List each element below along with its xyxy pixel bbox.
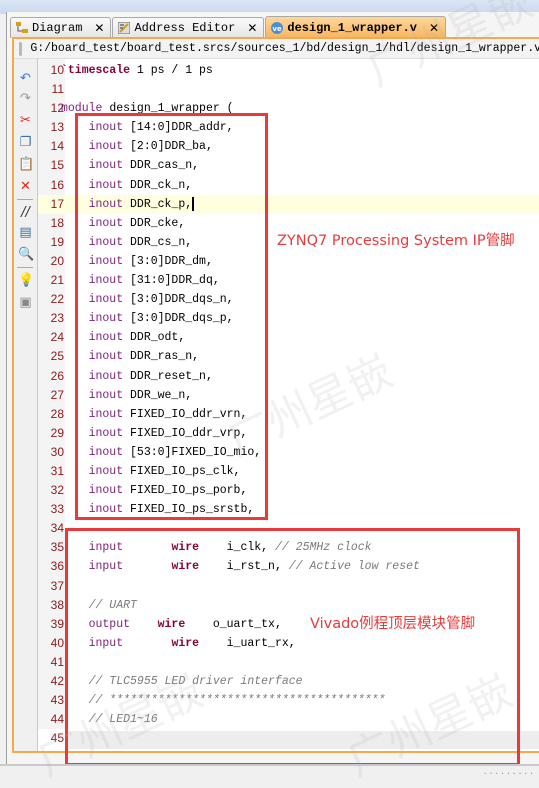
close-icon[interactable]: ✕ <box>94 21 104 35</box>
tab-diagram[interactable]: Diagram ✕ <box>10 17 112 38</box>
resize-grip[interactable]: ......... <box>483 768 535 777</box>
toolbar-separator <box>17 199 33 200</box>
select-block-icon[interactable]: ▤ <box>18 225 33 240</box>
tab-address-editor[interactable]: Address Editor ✕ <box>112 17 265 38</box>
tab-label: Diagram <box>32 21 83 35</box>
toolbar-separator <box>17 267 33 268</box>
line-number: 37 <box>50 578 64 593</box>
tab-bar: Diagram ✕ Address Editor ✕ ve design_1_w… <box>10 15 447 38</box>
copy-icon[interactable]: ❐ <box>18 135 33 150</box>
redo-icon[interactable]: ↷ <box>18 91 33 106</box>
paste-icon[interactable]: 📋 <box>18 157 34 172</box>
zynq-pins-note: ZYNQ7 Processing System IP管脚 <box>277 233 515 249</box>
file-path: G:/board_test/board_test.srcs/sources_1/… <box>30 42 539 55</box>
tab-label: Address Editor <box>134 21 236 35</box>
svg-text:ve: ve <box>273 25 283 33</box>
address-editor-icon <box>117 21 131 35</box>
tab-label: design_1_wrapper.v <box>287 20 417 35</box>
vivado-pins-note: Vivado例程顶层模块管脚 <box>310 616 476 632</box>
diagram-icon <box>16 22 28 34</box>
save-icon[interactable] <box>19 41 23 56</box>
comment-icon[interactable]: // <box>18 205 33 220</box>
file-path-bar: G:/board_test/board_test.srcs/sources_1/… <box>14 39 539 59</box>
close-icon[interactable]: ✕ <box>429 21 439 35</box>
find-icon[interactable]: 🔍 <box>18 247 34 262</box>
delete-icon[interactable]: ✕ <box>18 179 33 194</box>
undo-icon[interactable]: ↶ <box>18 71 33 86</box>
code-keyword: `timescale <box>61 64 131 77</box>
editor-toolbar: ↶ ↷ ✂ ❐ 📋 ✕ // ▤ 🔍 💡 ▣ <box>14 59 38 751</box>
code-line[interactable]: 10 `timescale 1 ps / 1 ps <box>38 61 539 80</box>
code-text: `timescale 1 ps / 1 ps <box>61 61 213 80</box>
code-token: 1 ps / 1 ps <box>130 64 213 77</box>
line-number: 41 <box>50 654 64 669</box>
tab-design-wrapper[interactable]: ve design_1_wrapper.v ✕ <box>265 16 447 38</box>
verilog-file-icon: ve <box>271 21 284 34</box>
code-line[interactable]: 11 <box>38 80 539 99</box>
zynq-pins-highlight-box <box>75 113 268 520</box>
hint-icon[interactable]: 💡 <box>18 273 34 288</box>
line-number: 11 <box>51 82 64 97</box>
vivado-pins-highlight-box <box>65 528 520 766</box>
status-bar: ......... <box>0 764 539 777</box>
close-icon[interactable]: ✕ <box>247 21 257 35</box>
line-number: 34 <box>50 521 64 536</box>
template-icon[interactable]: ▣ <box>18 295 33 310</box>
cut-icon[interactable]: ✂ <box>18 113 33 128</box>
